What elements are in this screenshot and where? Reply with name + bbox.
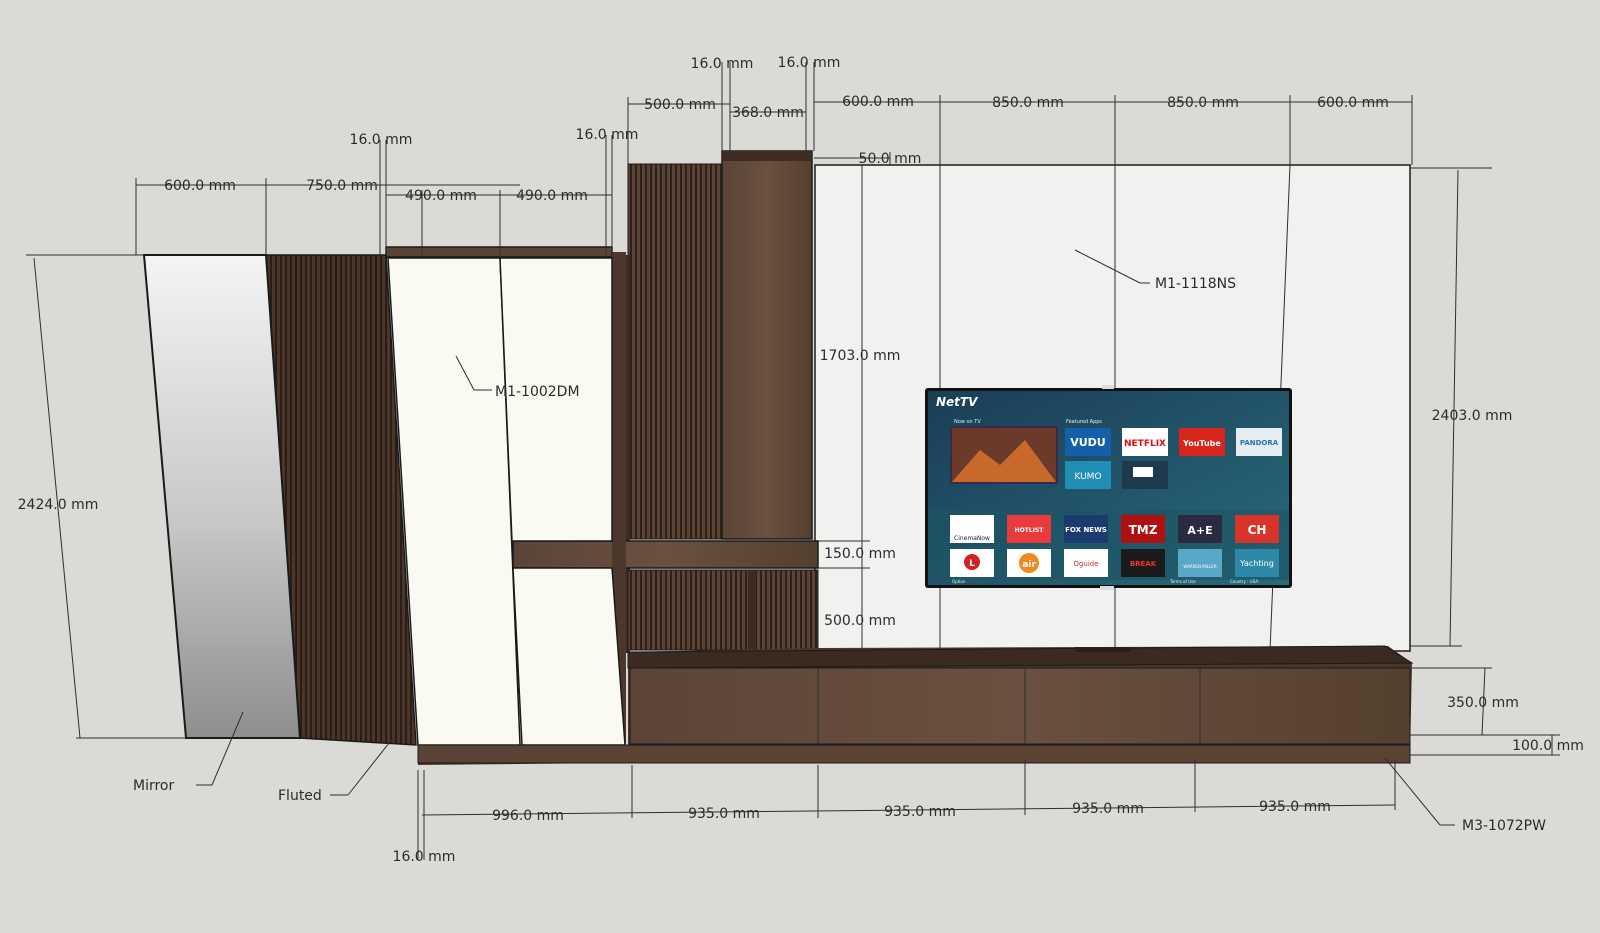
tv-brand-label: NetTV: [936, 395, 979, 409]
dim-height-2424: 2424.0 mm: [18, 497, 99, 513]
dim-top-16-a: 16.0 mm: [350, 132, 413, 148]
dim-top-500: 500.0 mm: [644, 97, 716, 113]
tv-ch-tmz: TMZ: [1129, 523, 1158, 537]
dim-top-490-b: 490.0 mm: [516, 188, 588, 204]
tv-footer-option: Option: [952, 579, 966, 584]
floating-shelf: [512, 540, 819, 569]
cabinet-elevation-drawing: NetTV Now on TV Featured Apps VUDU NETFL…: [18, 55, 1584, 865]
tv-footer-terms: Terms of Use: [1169, 579, 1196, 584]
label-mirror: Mirror: [133, 778, 174, 794]
tv-ch-foxnews: FOX NEWS: [1065, 526, 1107, 534]
tv-now-on-tv: Now on TV: [954, 419, 981, 425]
tv-app-netflix: NETFLIX: [1124, 439, 1166, 449]
dim-top-490-a: 490.0 mm: [405, 188, 477, 204]
dim-panel-50: 50.0 mm: [859, 151, 922, 167]
tv-ch-lifetime: L: [969, 559, 975, 569]
tv-ch-break: BREAK: [1130, 560, 1157, 568]
label-fluted: Fluted: [278, 788, 322, 804]
label-wall-panel: M1-1118NS: [1155, 276, 1236, 292]
dim-bottom-996: 996.0 mm: [492, 808, 564, 824]
tv-ch-hotlist: HOTLIST: [1015, 527, 1045, 534]
dim-bottom-935-a: 935.0 mm: [688, 806, 760, 822]
dim-top-600-c: 600.0 mm: [1317, 95, 1389, 111]
tv-ch-air: air: [1022, 560, 1036, 570]
tv-ch-cinemanow: CinemaNow: [954, 535, 990, 542]
tv-featured-apps: Featured Apps: [1066, 419, 1102, 425]
wardrobe: [385, 246, 626, 746]
tall-wood-column: [721, 150, 813, 540]
tv-ch-ae: A+E: [1187, 524, 1212, 537]
dim-top-750: 750.0 mm: [306, 178, 378, 194]
tv-ch-yachting: Yachting: [1239, 559, 1274, 568]
dim-top-600-b: 600.0 mm: [842, 94, 914, 110]
label-tv-unit: M3-1072PW: [1462, 818, 1546, 834]
tv-app-youtube: YouTube: [1182, 439, 1221, 448]
label-wardrobe: M1-1002DM: [495, 384, 580, 400]
dim-bottom-16: 16.0 mm: [393, 849, 456, 865]
dim-top-16-c: 16.0 mm: [691, 56, 754, 72]
tv-app-vudu: VUDU: [1070, 436, 1106, 449]
dim-height-150: 150.0 mm: [824, 546, 896, 562]
dim-height-2403: 2403.0 mm: [1432, 408, 1513, 424]
tv-ch-ch: CH: [1248, 523, 1267, 537]
dim-bottom-935-d: 935.0 mm: [1259, 799, 1331, 815]
tv-ch-warren-miller: WARREN MILLER: [1183, 564, 1216, 569]
dim-height-350: 350.0 mm: [1447, 695, 1519, 711]
dim-top-368: 368.0 mm: [732, 105, 804, 121]
dim-height-1703: 1703.0 mm: [820, 348, 901, 364]
dim-top-16-d: 16.0 mm: [778, 55, 841, 71]
tv-app-kumo: KUMO: [1074, 472, 1101, 482]
tv-app-pandora: PANDORA: [1240, 439, 1279, 447]
tv-footer-country: Country : USA: [1230, 579, 1258, 584]
dim-bottom-935-c: 935.0 mm: [1072, 801, 1144, 817]
tv-ch-oguide: Oguide: [1073, 560, 1098, 568]
dim-top-600-left: 600.0 mm: [164, 178, 236, 194]
television: NetTV Now on TV Featured Apps VUDU NETFL…: [925, 385, 1292, 590]
dim-top-850-b: 850.0 mm: [1167, 95, 1239, 111]
dim-bottom-935-b: 935.0 mm: [884, 804, 956, 820]
dim-top-16-b: 16.0 mm: [576, 127, 639, 143]
dim-top-850-a: 850.0 mm: [992, 95, 1064, 111]
dim-height-500: 500.0 mm: [824, 613, 896, 629]
dim-height-100: 100.0 mm: [1512, 738, 1584, 754]
